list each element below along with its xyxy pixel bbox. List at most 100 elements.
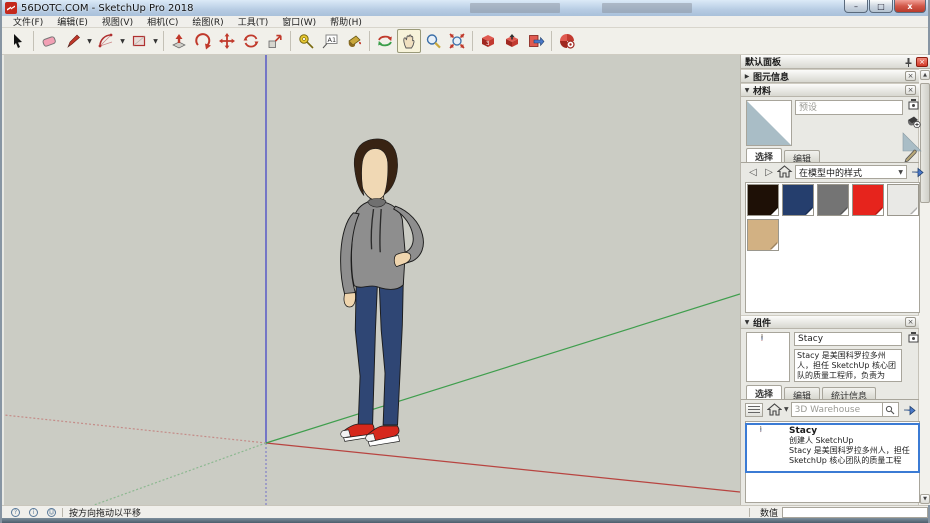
default-material-thumbnail [747,101,791,145]
paint-bucket-tool-button[interactable] [342,29,366,53]
eraser-tool-button[interactable] [37,29,61,53]
zoom-extents-icon [449,33,465,49]
measurement-label: 数值 [759,508,778,519]
pan-hand-icon [403,34,415,49]
text-tool-button[interactable]: A1 [318,29,342,53]
entity-info-title: 图元信息 [753,72,790,83]
extension-warehouse-icon [560,34,575,49]
follow-me-tool-button[interactable] [191,29,215,53]
menu-file[interactable]: 文件(F) [6,15,50,28]
materials-section-header[interactable]: ▼ 材料 × [741,83,919,97]
move-icon [219,33,235,49]
components-tab-select[interactable]: 选择 [746,385,783,400]
material-name-input[interactable] [795,100,903,115]
title-bar: 56DOTC.COM - SketchUp Pro 2018 – □ x [2,0,928,16]
3d-warehouse-search-input[interactable] [790,402,883,417]
arc-tool-dropdown[interactable]: ▼ [118,29,127,53]
menu-view[interactable]: 视图(V) [95,15,140,28]
materials-tab-edit[interactable]: 编辑 [784,150,821,165]
measurement-input[interactable] [782,506,928,518]
menu-camera[interactable]: 相机(C) [140,15,185,28]
text-icon: A1 [322,34,338,49]
menu-window[interactable]: 窗口(W) [275,15,323,28]
menu-edit[interactable]: 编辑(E) [50,15,95,28]
material-swatch-light-gray[interactable] [887,184,919,216]
rectangle-icon [132,35,146,47]
move-tool-button[interactable] [215,29,239,53]
arc-tool-button[interactable] [94,29,118,53]
component-name-input[interactable] [794,332,902,346]
pan-tool-button[interactable] [397,29,421,53]
zoom-extents-tool-button[interactable] [445,29,469,53]
material-swatch-tan[interactable] [747,219,779,251]
maximize-button[interactable]: □ [869,0,893,13]
material-swatch-dark-brown[interactable] [747,184,779,216]
components-tab-statistics[interactable]: 统计信息 [822,387,877,402]
display-secondary-pane-icon[interactable] [907,331,920,344]
share-model-button[interactable] [500,29,524,53]
components-close-button[interactable]: × [905,317,916,327]
details-arrow-icon[interactable] [902,403,917,417]
stacy-component[interactable] [339,138,425,447]
menu-draw[interactable]: 绘图(R) [185,15,230,28]
pin-icon[interactable] [904,57,913,67]
paint-bucket-icon [348,35,362,47]
material-swatch-navy-blue[interactable] [782,184,814,216]
help-circle-icon[interactable]: ? [11,507,20,517]
materials-tab-select[interactable]: 选择 [746,148,783,163]
entity-info-close-button[interactable]: × [905,71,916,81]
user-circle-icon[interactable]: ☺ [47,507,56,517]
scroll-down-arrow[interactable]: ▼ [920,494,930,504]
chevron-down-icon[interactable]: ▼ [784,406,789,413]
menu-tools[interactable]: 工具(T) [231,15,276,28]
zoom-tool-button[interactable] [421,29,445,53]
extension-warehouse-button[interactable] [555,29,579,53]
entity-info-section-header[interactable]: ▶ 图元信息 × [741,69,919,83]
rectangle-tool-button[interactable] [127,29,151,53]
materials-collection-dropdown[interactable]: 在模型中的样式 ▼ [795,165,907,179]
forward-arrow-button[interactable]: ▷ [761,165,777,179]
search-button[interactable] [882,402,899,417]
rectangle-tool-dropdown[interactable]: ▼ [151,29,160,53]
model-viewport[interactable] [3,55,741,506]
arc-icon [98,33,113,48]
display-secondary-pane-icon[interactable] [907,98,920,111]
component-preview [746,332,790,382]
select-tool-button[interactable] [6,29,30,53]
tray-close-button[interactable]: × [916,56,928,67]
scroll-up-arrow[interactable]: ▲ [920,70,930,80]
materials-close-button[interactable]: × [905,85,916,95]
material-swatch-gray[interactable] [817,184,849,216]
tape-measure-tool-button[interactable] [294,29,318,53]
rotate-tool-button[interactable] [239,29,263,53]
orbit-tool-button[interactable] [373,29,397,53]
minimize-button[interactable]: – [844,0,868,13]
components-tab-edit[interactable]: 编辑 [784,387,821,402]
close-button[interactable]: x [894,0,926,13]
send-to-layout-button[interactable] [524,29,548,53]
view-options-button[interactable] [745,402,763,417]
line-tool-dropdown[interactable]: ▼ [85,29,94,53]
details-arrow-icon[interactable] [910,165,925,179]
back-arrow-button[interactable]: ◁ [745,165,761,179]
line-tool-button[interactable] [61,29,85,53]
home-icon[interactable] [777,165,793,179]
material-swatch-red[interactable] [852,184,884,216]
get-models-button[interactable]: 3 [476,29,500,53]
eyedropper-icon[interactable] [903,149,917,163]
components-section-header[interactable]: ▼ 组件 × [741,315,919,329]
materials-tabs: 选择 编辑 [746,148,822,165]
default-tray-panel: 默认面板 × ▲ ▼ ▶ 图元信息 × ▼ 材料 × 预设 选择 编辑 ◁ ▷ … [740,55,930,505]
menu-help[interactable]: 帮助(H) [323,15,369,28]
orbit-icon [378,35,392,47]
push-pull-tool-button[interactable] [167,29,191,53]
pencil-icon [67,34,80,48]
collection-value: 在模型中的样式 [799,168,863,179]
info-circle-icon[interactable]: i [29,507,38,517]
green-axis-negative [93,442,267,506]
home-icon[interactable] [767,403,782,416]
scale-tool-button[interactable] [263,29,287,53]
create-material-icon[interactable] [905,113,921,129]
tray-header[interactable]: 默认面板 × [741,55,930,69]
component-list-item-selected[interactable]: Stacy 创建人 SketchUp Stacy 是美国科罗拉多州人，担任 Sk… [745,423,920,473]
